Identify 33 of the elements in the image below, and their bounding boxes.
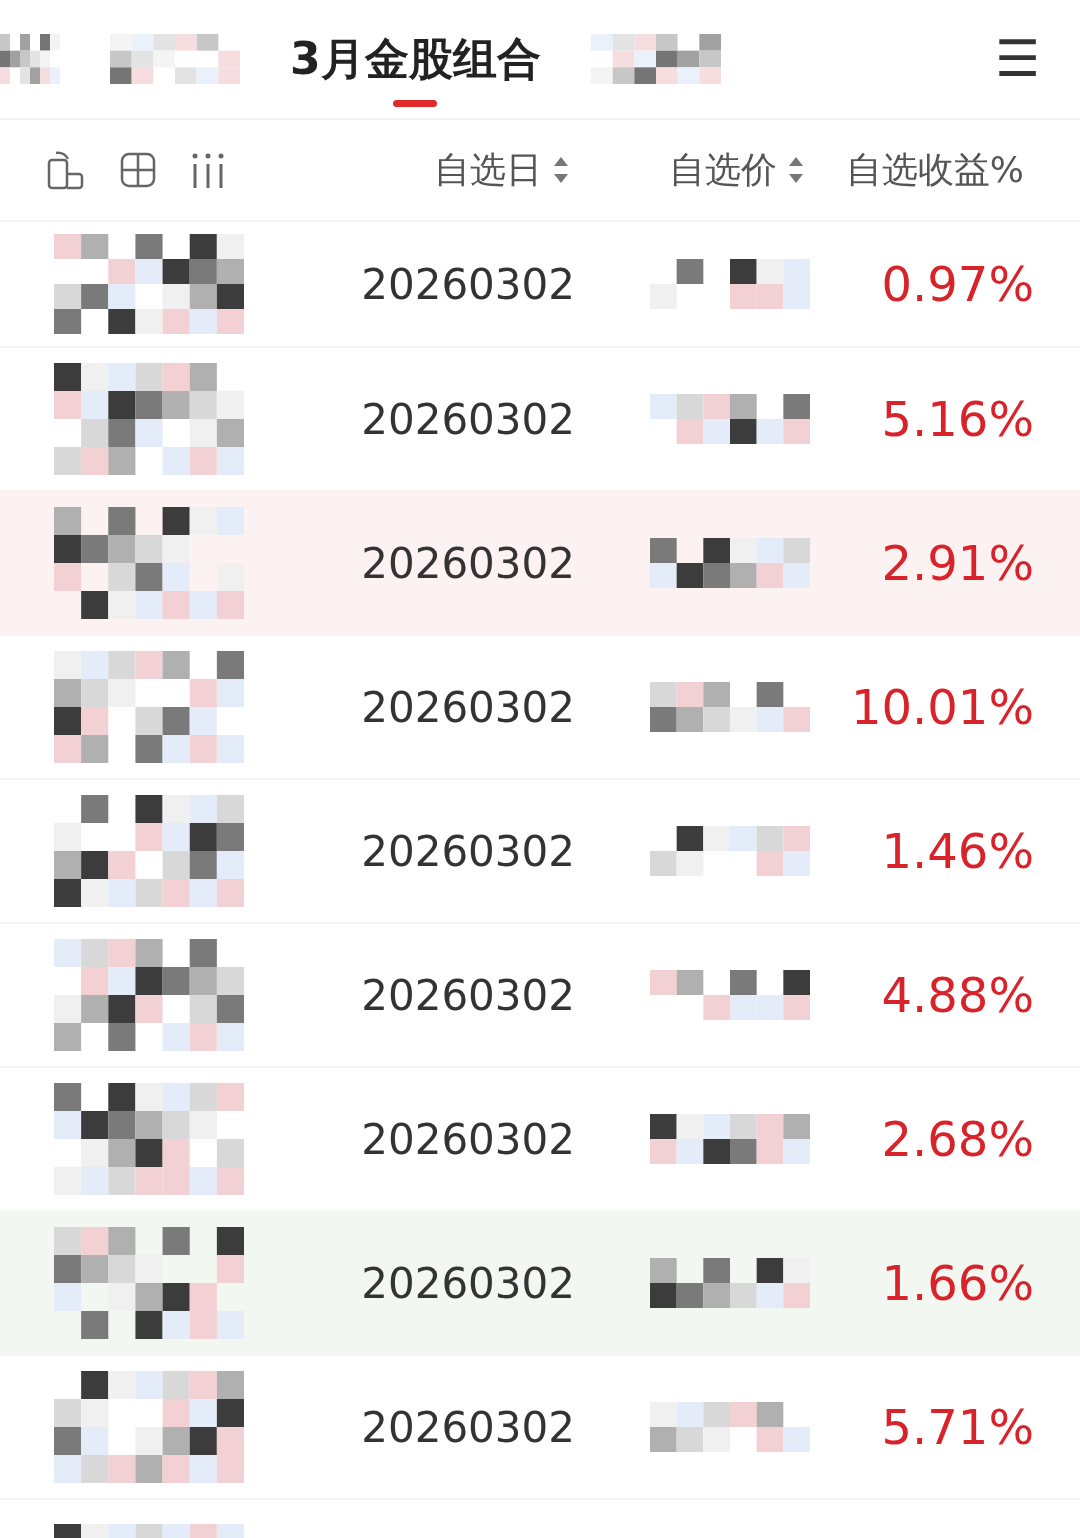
- date-cell-text: 20260302: [360, 826, 575, 876]
- date-cell-text: 20260302: [360, 394, 575, 444]
- return-cell-text: 5.71%: [880, 1399, 1035, 1455]
- pixelated-tab[interactable]: [0, 34, 60, 84]
- return-cell-text: 1.46%: [880, 823, 1035, 879]
- grid-icon[interactable]: [120, 152, 156, 188]
- sort-icon[interactable]: [552, 155, 570, 185]
- tab[interactable]: 3月金股组合: [290, 11, 541, 107]
- date-cell-text: 20260302: [360, 970, 575, 1020]
- date-cell-text: 20260302: [360, 682, 575, 732]
- date-cell-text: 20260302: [360, 1402, 575, 1452]
- date-cell-text: 20260302: [360, 1114, 575, 1164]
- return-cell-text: 2.91%: [880, 535, 1035, 591]
- return-cell-text: 1.66%: [880, 1255, 1035, 1311]
- date-cell-text: 20260302: [360, 259, 575, 309]
- table-row[interactable]: 20260302 1.66%: [0, 1212, 1080, 1356]
- table-row[interactable]: 20260302 2.91%: [0, 492, 1080, 636]
- pixelated-tab[interactable]: [110, 34, 240, 84]
- return-cell-text: 10.01%: [849, 679, 1035, 735]
- return-cell-text: 2.68%: [880, 1111, 1035, 1167]
- column-header[interactable]: 自选日: [434, 145, 542, 195]
- column-header[interactable]: 自选收益%: [845, 145, 1024, 195]
- menu-icon[interactable]: ☰: [995, 34, 1040, 84]
- date-cell-text: 20260302: [360, 1258, 575, 1308]
- return-cell-text: 0.97%: [880, 256, 1035, 312]
- pixelated-tab[interactable]: [590, 34, 721, 84]
- return-cell-text: 5.16%: [880, 391, 1035, 447]
- date-cell-text: 20260302: [360, 538, 575, 588]
- rotate-phone-icon[interactable]: [46, 150, 86, 190]
- column-header[interactable]: 自选价: [669, 145, 777, 195]
- sort-icon[interactable]: [787, 155, 805, 185]
- columns-icon[interactable]: [190, 151, 226, 189]
- return-cell-text: 4.88%: [880, 967, 1035, 1023]
